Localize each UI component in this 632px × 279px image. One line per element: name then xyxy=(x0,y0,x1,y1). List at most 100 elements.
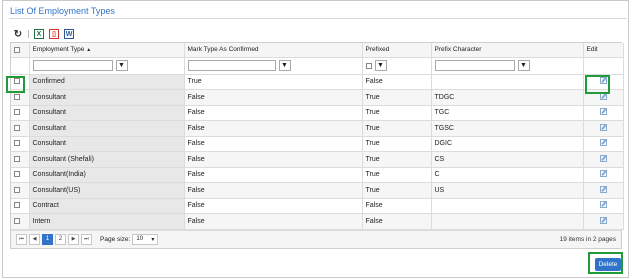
page-2-button[interactable]: 2 xyxy=(55,233,66,245)
table-row[interactable]: Consultant False True TGC xyxy=(11,105,624,121)
filter-cell-prefix-character: ▼ xyxy=(431,57,584,75)
table-row[interactable]: Consultant(India) False True C xyxy=(11,167,624,183)
page-title: List Of Employment Types xyxy=(10,6,115,16)
table-row[interactable]: Contract False False xyxy=(11,198,624,214)
excel-icon[interactable]: X xyxy=(34,29,44,39)
row-checkbox[interactable] xyxy=(14,217,20,224)
toolbar-divider xyxy=(28,30,29,38)
page-size-label: Page size: xyxy=(100,235,131,243)
edit-icon[interactable] xyxy=(599,170,607,178)
cell-mark-type: False xyxy=(184,120,363,137)
refresh-icon[interactable]: ↻ xyxy=(13,29,23,40)
grid-toolbar: ↻ X ▯ W xyxy=(13,28,74,40)
cell-mark-type: False xyxy=(184,136,363,152)
page-1-button[interactable]: 1 xyxy=(42,233,53,245)
row-checkbox[interactable] xyxy=(14,171,20,178)
page-size-select[interactable]: 10 ▾ xyxy=(132,233,159,245)
row-checkbox[interactable] xyxy=(14,202,20,209)
row-checkbox-cell xyxy=(11,151,30,168)
column-header-edit: Edit xyxy=(583,43,624,58)
column-header-prefixed[interactable]: Prefixed xyxy=(362,43,432,58)
cell-mark-type: False xyxy=(184,182,363,199)
cell-prefix-character: C xyxy=(431,167,584,183)
column-header-employment-type-label: Employment Type xyxy=(32,46,85,54)
sort-ascending-icon: ▲ xyxy=(86,47,92,54)
row-checkbox[interactable] xyxy=(14,186,20,193)
filter-icon[interactable]: ▼ xyxy=(115,60,128,71)
cell-edit xyxy=(583,105,624,121)
select-all-checkbox[interactable] xyxy=(14,46,20,53)
table-row[interactable]: Confirmed True False xyxy=(11,74,624,90)
edit-icon[interactable] xyxy=(599,216,607,224)
table-row[interactable]: Intern False False xyxy=(11,213,624,230)
filter-cell-empty xyxy=(11,57,30,75)
cell-employment-type: Consultant xyxy=(29,105,185,121)
cell-edit xyxy=(583,213,624,230)
table-row[interactable]: Consultant False True DGIC xyxy=(11,136,624,152)
previous-page-button[interactable]: ◀ xyxy=(29,233,40,245)
first-page-button[interactable]: ⏮ xyxy=(16,233,27,245)
cell-employment-type: Consultant (Shefali) xyxy=(29,151,185,168)
cell-mark-type: False xyxy=(184,213,363,230)
cell-prefix-character xyxy=(431,198,584,214)
filter-row: ▼ ▼ ▼ ▼ xyxy=(11,57,624,75)
cell-prefixed: True xyxy=(362,120,432,137)
cell-edit xyxy=(583,120,624,137)
column-header-prefix-character[interactable]: Prefix Character xyxy=(431,43,584,58)
row-checkbox[interactable] xyxy=(14,140,20,147)
cell-edit xyxy=(583,151,624,168)
cell-prefixed: True xyxy=(362,89,432,106)
table-row[interactable]: Consultant False True TGSC xyxy=(11,120,624,137)
cell-prefix-character xyxy=(431,74,584,90)
cell-prefixed: True xyxy=(362,151,432,168)
employment-types-panel: List Of Employment Types ↻ X ▯ W Employm… xyxy=(2,0,629,278)
cell-prefixed: True xyxy=(362,136,432,152)
employment-type-filter-input[interactable] xyxy=(32,60,113,71)
word-icon[interactable]: W xyxy=(64,29,74,39)
filter-cell-prefixed: ▼ xyxy=(362,57,432,75)
filter-icon[interactable]: ▼ xyxy=(278,60,291,71)
mark-type-filter-input[interactable] xyxy=(187,60,276,71)
select-all-header xyxy=(11,43,30,58)
cell-prefix-character: TGC xyxy=(431,105,584,121)
column-header-mark-type[interactable]: Mark Type As Confirmed xyxy=(184,43,363,58)
edit-icon[interactable] xyxy=(599,123,607,131)
edit-icon[interactable] xyxy=(599,139,607,147)
cell-edit xyxy=(583,198,624,214)
cell-prefixed: False xyxy=(362,198,432,214)
row-checkbox[interactable] xyxy=(14,155,20,162)
table-row[interactable]: Consultant(US) False True US xyxy=(11,182,624,199)
highlight-delete-button xyxy=(588,252,623,274)
cell-mark-type: False xyxy=(184,167,363,183)
table-row[interactable]: Consultant (Shefali) False True CS xyxy=(11,151,624,168)
row-checkbox[interactable] xyxy=(14,109,20,116)
cell-prefixed: True xyxy=(362,182,432,199)
cell-prefix-character: TDGC xyxy=(431,89,584,106)
row-checkbox[interactable] xyxy=(14,124,20,131)
cell-prefixed: True xyxy=(362,167,432,183)
cell-edit xyxy=(583,167,624,183)
edit-icon[interactable] xyxy=(599,185,607,193)
cell-employment-type: Consultant xyxy=(29,136,185,152)
cell-prefixed: True xyxy=(362,105,432,121)
highlight-edit-icon xyxy=(585,75,610,94)
pdf-icon[interactable]: ▯ xyxy=(49,29,59,39)
last-page-button[interactable]: ⏭ xyxy=(81,233,92,245)
prefix-character-filter-input[interactable] xyxy=(434,60,515,71)
table-row[interactable]: Consultant False True TDGC xyxy=(11,89,624,106)
edit-icon[interactable] xyxy=(599,154,607,162)
prefixed-filter-checkbox[interactable] xyxy=(365,62,372,69)
cell-prefixed: False xyxy=(362,213,432,230)
filter-icon[interactable]: ▼ xyxy=(374,60,387,71)
row-checkbox[interactable] xyxy=(14,93,20,100)
cell-employment-type: Confirmed xyxy=(29,74,185,90)
filter-icon[interactable]: ▼ xyxy=(517,60,530,71)
cell-employment-type: Consultant(US) xyxy=(29,182,185,199)
edit-icon[interactable] xyxy=(599,108,607,116)
edit-icon[interactable] xyxy=(599,201,607,209)
column-header-employment-type[interactable]: Employment Type ▲ xyxy=(29,43,185,58)
filter-cell-edit xyxy=(583,57,624,75)
pager-info: 19 items in 2 pages xyxy=(559,235,616,243)
next-page-button[interactable]: ▶ xyxy=(68,233,79,245)
row-checkbox-cell xyxy=(11,167,30,183)
